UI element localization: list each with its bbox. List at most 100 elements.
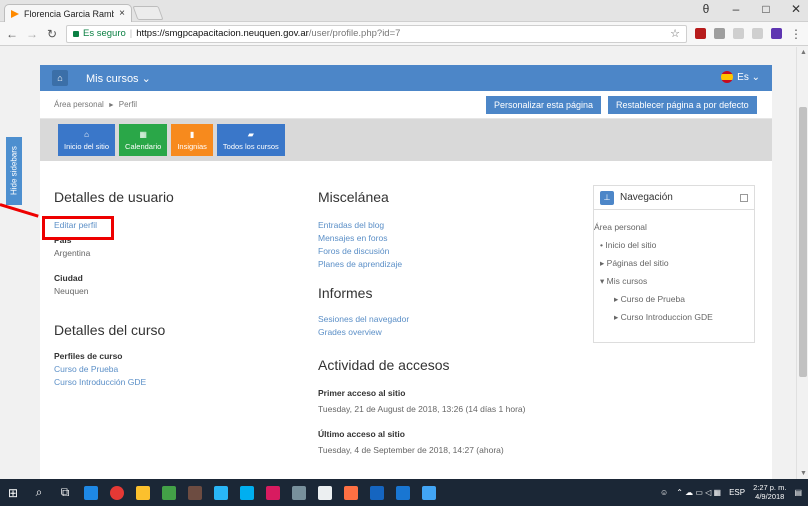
course-link[interactable]: Curso Introducción GDE bbox=[54, 376, 284, 389]
notifications-icon[interactable]: ▤ bbox=[794, 488, 802, 497]
app-icon[interactable] bbox=[318, 485, 332, 500]
translate-extension-icon[interactable] bbox=[714, 28, 725, 39]
forum-discussions-link[interactable]: Foros de discusión bbox=[318, 245, 568, 258]
nav-item-course[interactable]: ▸ Curso de Prueba bbox=[594, 290, 754, 308]
extension-icons: ⋮ bbox=[695, 27, 802, 41]
browser-sessions-link[interactable]: Sesiones del navegador bbox=[318, 313, 568, 326]
tile-site-home[interactable]: ⌂ Inicio del sitio bbox=[58, 124, 116, 156]
reload-icon[interactable]: ↻ bbox=[46, 27, 58, 41]
tray-icons[interactable]: ⌃ ☁ ▭ ◁ ▦ bbox=[676, 488, 721, 497]
nav-item-label: Curso Introduccion GDE bbox=[620, 312, 713, 322]
annotation-arrow bbox=[0, 203, 39, 218]
nav-item-course[interactable]: ▸ Curso Introduccion GDE bbox=[594, 308, 754, 326]
app-icon[interactable] bbox=[266, 485, 280, 500]
close-window-button[interactable]: ✕ bbox=[790, 2, 802, 16]
bookmark-star-icon[interactable]: ☆ bbox=[670, 27, 680, 40]
sitemap-icon: ⊥ bbox=[600, 190, 614, 205]
url-input[interactable]: Es seguro | https://smgpcapacitacion.neu… bbox=[66, 24, 687, 43]
app-icon[interactable] bbox=[422, 485, 436, 500]
browser-titlebar: Florencia Garcia Rambeu × θ – □ ✕ bbox=[0, 0, 808, 22]
forward-icon[interactable]: → bbox=[26, 27, 38, 41]
tile-all-courses[interactable]: ▰ Todos los cursos bbox=[216, 124, 285, 156]
user-details-column: Detalles de usuario Editar perfil País A… bbox=[54, 161, 284, 389]
breadcrumb: Área personal ► Perfil bbox=[54, 100, 137, 109]
last-access-value: Tuesday, 4 de September de 2018, 14:27 (… bbox=[318, 445, 504, 455]
reset-page-button[interactable]: Restablecer página a por defecto bbox=[608, 96, 757, 114]
tab-close-icon[interactable]: × bbox=[119, 8, 125, 19]
app-icon[interactable] bbox=[292, 485, 306, 500]
back-icon[interactable]: ← bbox=[6, 27, 18, 41]
course-link[interactable]: Curso de Prueba bbox=[54, 363, 284, 376]
learning-plans-link[interactable]: Planes de aprendizaje bbox=[318, 258, 568, 271]
skype-icon[interactable] bbox=[240, 485, 254, 500]
app-icon[interactable] bbox=[344, 485, 358, 500]
edge-icon[interactable] bbox=[84, 485, 98, 500]
nav-item-site-pages[interactable]: ▸ Páginas del sitio bbox=[594, 254, 754, 272]
app-icon[interactable] bbox=[162, 485, 176, 500]
minimize-button[interactable]: – bbox=[730, 2, 742, 16]
secure-label: Es seguro bbox=[83, 28, 126, 39]
app-icon[interactable] bbox=[396, 485, 410, 500]
breadcrumb-item-profile[interactable]: Perfil bbox=[119, 100, 137, 109]
url-path: /user/profile.php?id=7 bbox=[308, 28, 401, 39]
nav-item-site-home[interactable]: • Inicio del sitio bbox=[594, 236, 754, 254]
people-icon[interactable]: ☺ bbox=[660, 488, 668, 497]
bullet-icon: • bbox=[600, 240, 603, 250]
grades-overview-link[interactable]: Grades overview bbox=[318, 326, 568, 339]
language-menu[interactable]: Es ⌄ bbox=[721, 71, 760, 83]
word-icon[interactable] bbox=[370, 485, 384, 500]
nav-item-my-courses[interactable]: ▾ Mis cursos bbox=[594, 272, 754, 290]
scroll-down-icon[interactable]: ▼ bbox=[800, 470, 807, 477]
home-icon: ⌂ bbox=[84, 129, 89, 139]
tile-label: Todos los cursos bbox=[222, 141, 279, 151]
account-icon[interactable]: θ bbox=[700, 2, 712, 16]
country-value: Argentina bbox=[54, 248, 91, 258]
chrome-icon[interactable] bbox=[110, 485, 124, 500]
first-access-label: Primer acceso al sitio bbox=[318, 388, 406, 398]
extension-icon[interactable] bbox=[752, 28, 763, 39]
nav-item-label: Páginas del sitio bbox=[606, 258, 669, 268]
page-scrollbar[interactable]: ▲ ▼ bbox=[796, 47, 808, 479]
clock[interactable]: 2:27 p. m. 4/9/2018 bbox=[753, 483, 786, 501]
clock-time: 2:27 p. m. bbox=[753, 483, 787, 492]
scroll-thumb[interactable] bbox=[799, 107, 807, 377]
tile-badges[interactable]: ▮ Insignias bbox=[171, 124, 213, 156]
profile-content: Detalles de usuario Editar perfil País A… bbox=[0, 161, 772, 479]
nav-item-label: Mis cursos bbox=[606, 276, 648, 286]
customize-page-button[interactable]: Personalizar esta página bbox=[486, 96, 602, 114]
my-courses-menu[interactable]: Mis cursos ⌄ bbox=[86, 72, 151, 85]
task-view-icon[interactable]: ⧉ bbox=[58, 485, 72, 500]
windows-start-icon[interactable]: ⊞ bbox=[6, 486, 20, 500]
extension-icon[interactable] bbox=[771, 28, 782, 39]
menu-kebab-icon[interactable]: ⋮ bbox=[790, 27, 802, 41]
browser-tab[interactable]: Florencia Garcia Rambeu × bbox=[4, 4, 132, 22]
home-icon[interactable]: ⌂ bbox=[52, 70, 68, 86]
app-icon[interactable] bbox=[188, 485, 202, 500]
maximize-button[interactable]: □ bbox=[760, 2, 772, 16]
pdf-extension-icon[interactable] bbox=[695, 28, 706, 39]
new-tab-button[interactable] bbox=[132, 6, 164, 20]
blog-entries-link[interactable]: Entradas del blog bbox=[318, 219, 568, 232]
access-heading: Actividad de accesos bbox=[318, 357, 450, 373]
moodle-page: ⌂ Mis cursos ⌄ Es ⌄ Área personal ► Perfil… bbox=[0, 65, 772, 479]
clock-date: 4/9/2018 bbox=[755, 492, 785, 501]
hide-sidebars-button[interactable]: Hide sidebars bbox=[6, 137, 22, 205]
collapse-block-icon[interactable] bbox=[740, 193, 748, 202]
file-explorer-icon[interactable] bbox=[136, 485, 150, 500]
breadcrumb-bar: Área personal ► Perfil Personalizar esta p… bbox=[40, 91, 772, 119]
calendar-icon: ▦ bbox=[139, 129, 147, 139]
course-details-heading: Detalles del curso bbox=[54, 322, 166, 338]
extension-icon[interactable] bbox=[733, 28, 744, 39]
app-icon[interactable] bbox=[214, 485, 228, 500]
address-bar: ← → ↻ Es seguro | https://smgpcapacitaci… bbox=[0, 22, 808, 46]
tile-calendar[interactable]: ▦ Calendario bbox=[119, 124, 168, 156]
forum-posts-link[interactable]: Mensajes en foros bbox=[318, 232, 568, 245]
nav-item-dashboard[interactable]: Área personal bbox=[594, 218, 754, 236]
breadcrumb-item-home[interactable]: Área personal bbox=[54, 100, 104, 109]
misc-links: Entradas del blog Mensajes en foros Foro… bbox=[318, 219, 568, 271]
misc-column: Miscelánea Entradas del blog Mensajes en… bbox=[318, 161, 568, 457]
moodle-favicon-icon bbox=[11, 9, 19, 18]
search-icon[interactable]: ⌕ bbox=[32, 485, 46, 500]
language-indicator[interactable]: ESP bbox=[729, 488, 745, 497]
scroll-up-icon[interactable]: ▲ bbox=[800, 49, 807, 56]
